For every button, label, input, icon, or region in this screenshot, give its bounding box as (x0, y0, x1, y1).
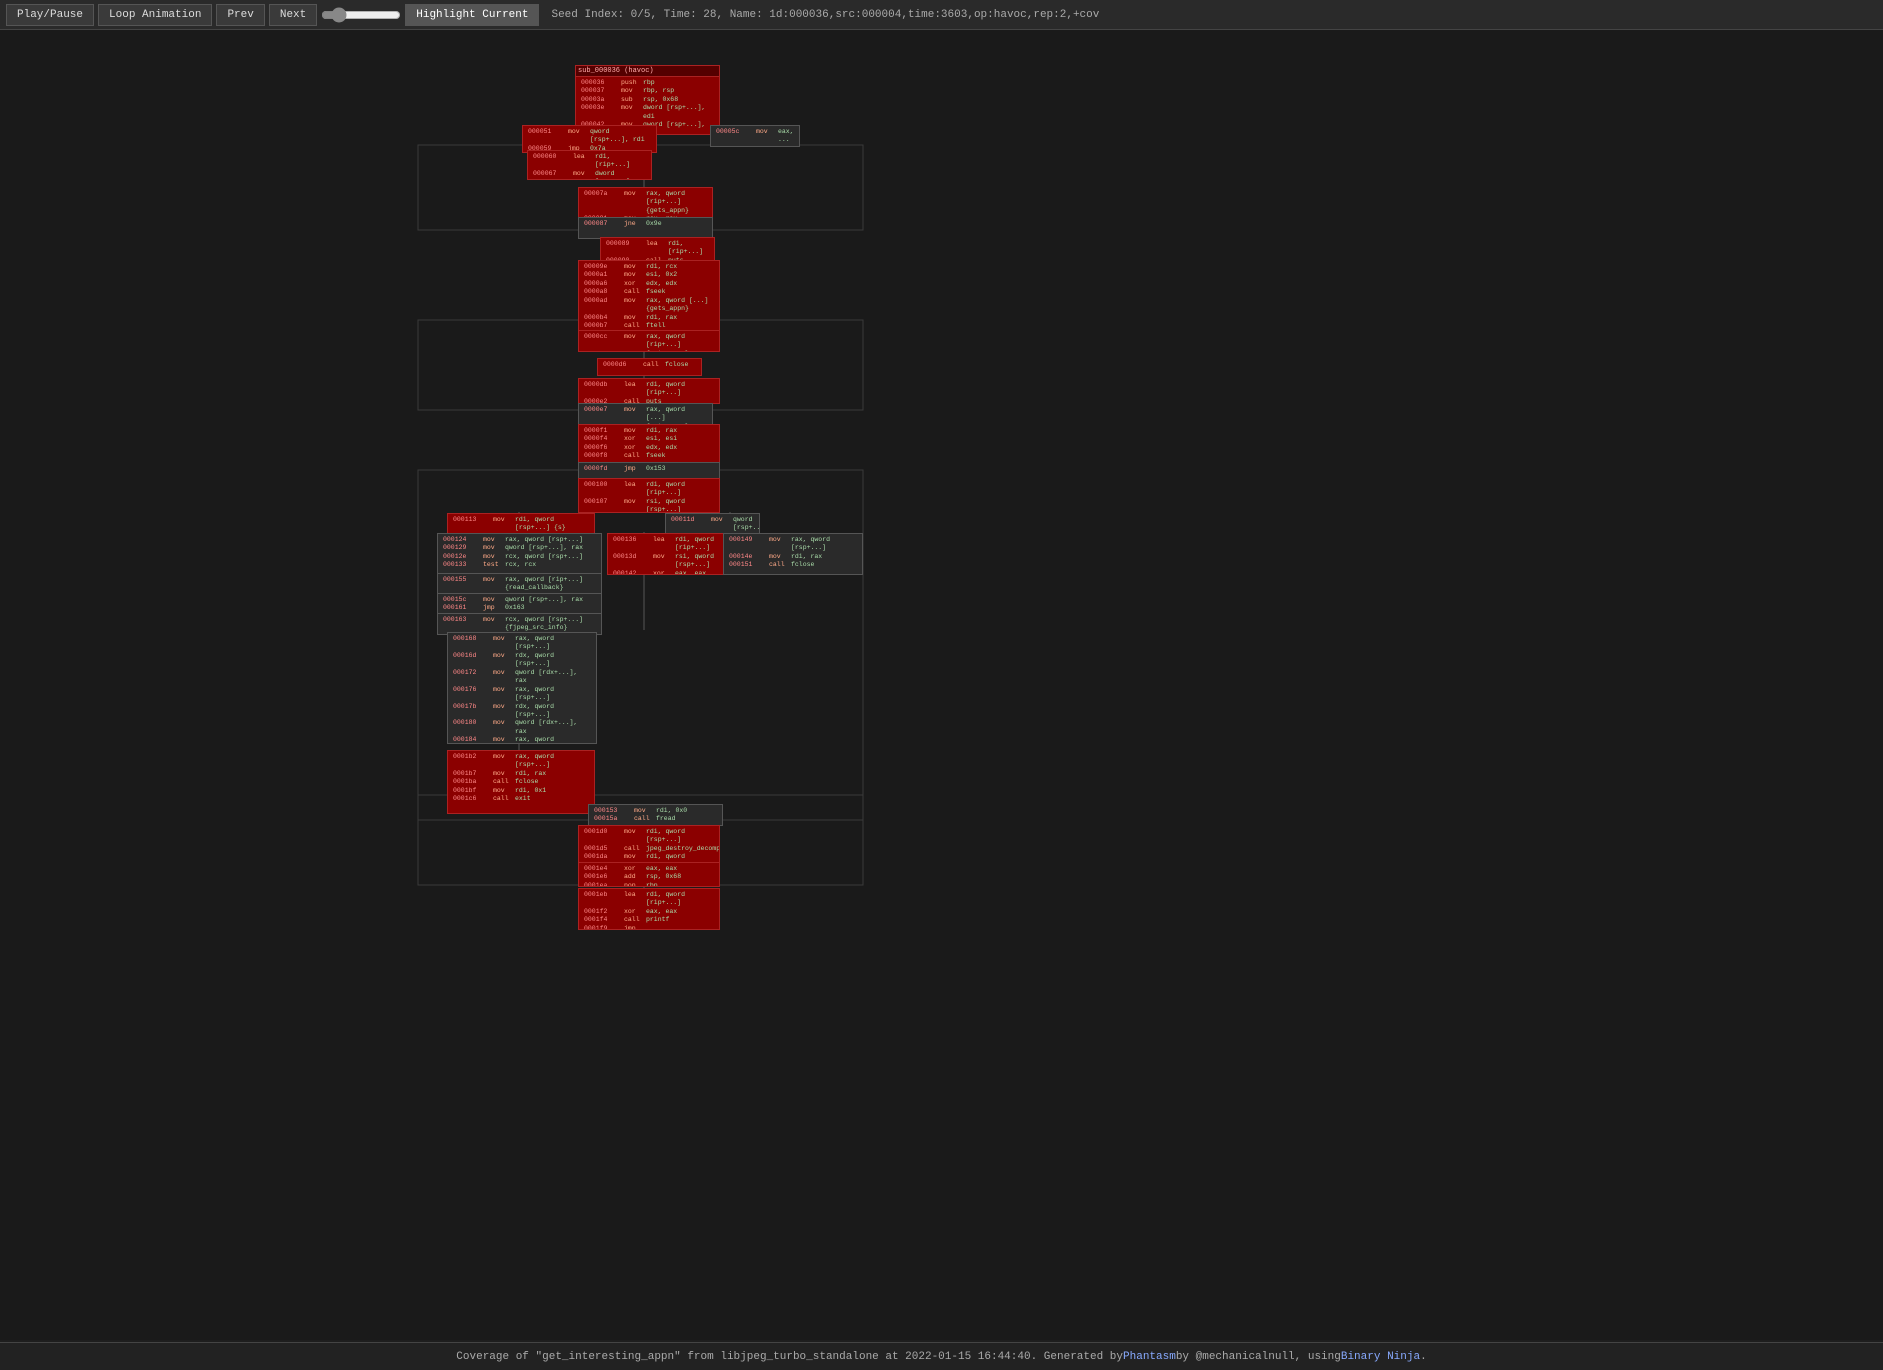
status-text-end: . (1420, 1351, 1427, 1363)
binaryninja-link[interactable]: Binary Ninja (1341, 1351, 1420, 1363)
cfg-node-25: 000153movrdi, 0x0 00015acallfread (588, 804, 723, 826)
cfg-node-26: 0001d0movrdi, qword [rsp+...] 0001d5call… (578, 825, 720, 863)
speed-slider-container (321, 7, 401, 23)
cfg-node-21: 00015cmovqword [rsp+...], rax 000161jmp0… (437, 593, 602, 615)
cfg-node-7: 00009emovrdi, rcx 0000a1movesi, 0x2 0000… (578, 260, 720, 332)
cfg-node-2a: 000051movqword [rsp+...], rdi 000059jmp0… (522, 125, 657, 153)
cfg-node-11: 0000e7movrax, qword [...] {gets_appn} 00… (578, 403, 713, 425)
cfg-node-8: 0000ccmovrax, qword [rip+...] {gets_appn… (578, 330, 720, 352)
speed-slider[interactable] (321, 7, 401, 23)
cfg-node-23: 000168movrax, qword [rsp+...] 00016dmovr… (447, 632, 597, 744)
cfg-node-19: 000149movrax, qword [rsp+...] 00014emovr… (723, 533, 863, 575)
main-canvas: sub_000036 (havoc) 000036pushrbp 000037m… (0, 30, 1883, 1340)
cfg-node-16: 00011dmovqword [rsp+...], rax 000122test… (665, 513, 760, 535)
cfg-node-17: 000124movrax, qword [rsp+...] 000129movq… (437, 533, 602, 575)
next-button[interactable]: Next (269, 4, 317, 26)
cfg-node-12: 0000f1movrdi, rax 0000f4xoresi, esi 0000… (578, 424, 720, 464)
phantasm-link[interactable]: Phantasm (1123, 1351, 1176, 1363)
cfg-node-10: 0000dbleardi, qword [rip+...] 0000e2call… (578, 378, 720, 404)
status-text-prefix: Coverage of "get_interesting_appn" from … (456, 1351, 1123, 1363)
prev-button[interactable]: Prev (216, 4, 264, 26)
cfg-node-24: 0001b2movrax, qword [rsp+...] 0001b7movr… (447, 750, 595, 814)
status-text-middle: by @mechanicalnull, using (1176, 1351, 1341, 1363)
cfg-node-9: 0000d6callfclose (597, 358, 702, 376)
graph-container: sub_000036 (havoc) 000036pushrbp 000037m… (0, 30, 1883, 1340)
loop-animation-button[interactable]: Loop Animation (98, 4, 212, 26)
status-bar: Coverage of "get_interesting_appn" from … (0, 1342, 1883, 1370)
cfg-node-28: 0001ebleardi, qword [rip+...] 0001f2xore… (578, 888, 720, 930)
connections-svg (0, 30, 1883, 1340)
cfg-node-20: 000155movrax, qword [rip+...] {read_call… (437, 573, 602, 595)
play-pause-button[interactable]: Play/Pause (6, 4, 94, 26)
seed-info: Seed Index: 0/5, Time: 28, Name: 1d:0000… (551, 9, 1099, 21)
cfg-node-3: 000060leardi, [rip+...] 000067movdword [… (527, 150, 652, 180)
cfg-node-4: 00007amovrax, qword [rip+...] {gets_appn… (578, 187, 713, 219)
cfg-node-14: 000100leardi, qword [rip+...] 000107movr… (578, 478, 720, 513)
highlight-current-button[interactable]: Highlight Current (405, 4, 539, 26)
cfg-node-6: 000089leardi, [rip+...] 000090callputs (600, 237, 715, 262)
toolbar: Play/Pause Loop Animation Prev Next High… (0, 0, 1883, 30)
cfg-node-2b: 00005cmoveax, ... (710, 125, 800, 147)
cfg-node-15: 000113movrdi, qword [rsp+...] {s} 000118… (447, 513, 595, 535)
cfg-node-27: 0001e4xoreax, eax 0001e6addrsp, 0x68 000… (578, 862, 720, 887)
cfg-node-5: 000087jne0x9e (578, 217, 713, 239)
